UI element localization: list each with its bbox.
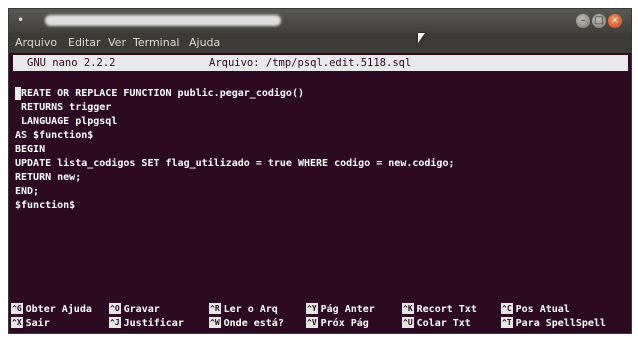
nano-file-name: Arquivo: /tmp/psql.edit.5118.sql — [209, 57, 412, 69]
code-line: CREATE OR REPLACE FUNCTION public.pegar_… — [15, 88, 304, 99]
code-line: BEGIN — [15, 144, 46, 155]
shortcut-key: ^W — [209, 317, 221, 328]
shortcut-key: ^J — [109, 317, 121, 328]
shortcut-key: ^O — [109, 303, 121, 314]
shortcut-label: Obter Ajuda — [25, 304, 92, 315]
shortcut-label: Recort Txt — [416, 304, 477, 315]
shortcut-label: Sair — [25, 318, 50, 329]
shortcut-key: ^U — [402, 317, 414, 328]
code-line: RETURNS trigger — [15, 102, 112, 113]
shortcut-where-is[interactable]: ^W Onde está? — [209, 317, 284, 331]
shortcut-exit[interactable]: ^X Sair — [11, 317, 50, 331]
shortcut-label: Para SpellSpell — [515, 318, 606, 329]
shortcut-write-out[interactable]: ^O Gravar — [109, 303, 160, 317]
shortcut-key: ^C — [501, 303, 513, 314]
shortcut-next-page[interactable]: ^V Próx Pág — [306, 317, 369, 331]
shortcut-justify[interactable]: ^J Justificar — [109, 317, 184, 331]
maximize-button[interactable]: □ — [592, 14, 606, 28]
shortcut-cut-text[interactable]: ^K Recort Txt — [402, 303, 477, 317]
nano-version: GNU nano 2.2.2 — [27, 57, 116, 69]
editor-area[interactable]: CREATE OR REPLACE FUNCTION public.pegar_… — [15, 87, 625, 213]
shortcut-key: ^T — [501, 317, 513, 328]
terminal-window: • – □ × Arquivo Editar Ver Terminal Ajud… — [8, 8, 632, 334]
terminal-icon: • — [17, 13, 25, 27]
shortcut-key: ^R — [209, 303, 221, 314]
shortcut-key: ^X — [11, 317, 23, 328]
code-line: $function$ — [15, 200, 76, 211]
shortcut-key: ^G — [11, 303, 23, 314]
menu-editar[interactable]: Editar — [68, 36, 101, 49]
code-line: RETURN new; — [15, 172, 82, 183]
menu-arquivo[interactable]: Arquivo — [15, 36, 57, 49]
menu-ajuda[interactable]: Ajuda — [189, 36, 220, 49]
code-line: AS $function$ — [15, 130, 94, 141]
menu-ver[interactable]: Ver — [108, 36, 126, 49]
shortcut-label: Gravar — [123, 304, 160, 315]
code-line: UPDATE lista_codigos SET flag_utilizado … — [15, 158, 455, 169]
title-bar[interactable]: • – □ × — [9, 9, 631, 33]
shortcut-label: Pág Anter — [320, 304, 375, 315]
shortcut-get-help[interactable]: ^G Obter Ajuda — [11, 303, 92, 317]
code-line: END; — [15, 186, 40, 197]
shortcut-spell[interactable]: ^T Para SpellSpell — [501, 317, 606, 331]
close-button[interactable]: × — [608, 14, 622, 28]
shortcut-read-file[interactable]: ^R Ler o Arq — [209, 303, 278, 317]
shortcut-bar: ^G Obter Ajuda ^O Gravar ^R Ler o Arq ^Y Pág… — [9, 303, 631, 333]
shortcut-label: Justificar — [123, 318, 184, 329]
shortcut-label: Pos Atual — [515, 304, 570, 315]
menu-terminal[interactable]: Terminal — [133, 36, 180, 49]
shortcut-label: Próx Pág — [320, 318, 369, 329]
code-line: LANGUAGE plpgsql — [15, 116, 118, 127]
shortcut-label: Onde está? — [223, 318, 284, 329]
shortcut-key: ^V — [306, 317, 318, 328]
shortcut-key: ^Y — [306, 303, 318, 314]
shortcut-cur-pos[interactable]: ^C Pos Atual — [501, 303, 570, 317]
shortcut-uncut-text[interactable]: ^U Colar Txt — [402, 317, 471, 331]
menu-bar: Arquivo Editar Ver Terminal Ajuda — [9, 33, 631, 53]
shortcut-prev-page[interactable]: ^Y Pág Anter — [306, 303, 375, 317]
window-title-redacted — [45, 15, 281, 26]
minimize-button[interactable]: – — [576, 14, 590, 28]
mouse-pointer-icon — [418, 33, 425, 43]
shortcut-label: Colar Txt — [416, 318, 471, 329]
shortcut-label: Ler o Arq — [223, 304, 278, 315]
nano-header: GNU nano 2.2.2 Arquivo: /tmp/psql.edit.5… — [13, 55, 628, 71]
shortcut-key: ^K — [402, 303, 414, 314]
